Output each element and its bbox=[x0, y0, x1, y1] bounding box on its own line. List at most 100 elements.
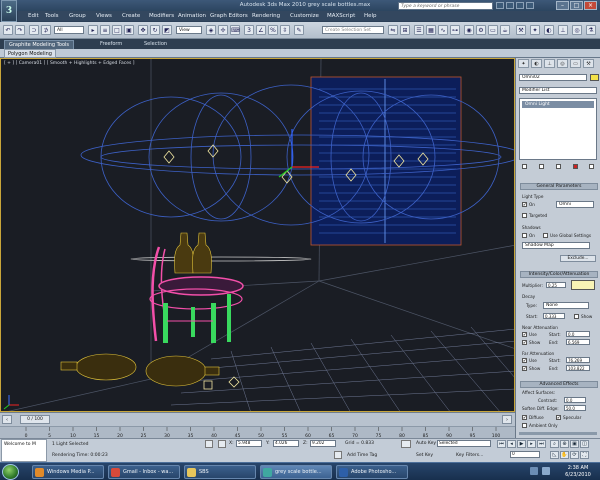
time-slider[interactable]: 0 / 100 ‹ › bbox=[0, 412, 515, 426]
multiplier-spinner[interactable]: 0.25 bbox=[546, 282, 566, 288]
render-setup-icon[interactable]: ⚙ bbox=[476, 25, 486, 35]
select-move-icon[interactable]: ✥ bbox=[138, 25, 148, 35]
graphite-toggle-icon[interactable]: ▦ bbox=[426, 25, 436, 35]
set-key-button[interactable]: Set Key bbox=[416, 453, 433, 458]
shadows-on-checkbox[interactable] bbox=[522, 233, 527, 238]
light-color-swatch[interactable] bbox=[571, 280, 595, 290]
menu-tools[interactable]: Tools bbox=[45, 13, 59, 19]
far-show-checkbox[interactable]: ✔ bbox=[522, 366, 527, 371]
absolute-mode-icon[interactable] bbox=[218, 440, 226, 448]
modifier-stack[interactable]: Omni Light bbox=[519, 98, 597, 160]
help-icon[interactable] bbox=[526, 2, 534, 9]
tray-network-icon[interactable] bbox=[530, 467, 538, 475]
zoom-extents-icon[interactable]: ▣ bbox=[570, 440, 579, 448]
star-icon[interactable] bbox=[516, 2, 524, 9]
tab-freeform[interactable]: Freeform bbox=[96, 40, 126, 49]
far-end-spinner[interactable]: 103.822 bbox=[566, 365, 590, 371]
viewport-scene[interactable] bbox=[1, 59, 515, 412]
modifier-stack-item[interactable]: Omni Light bbox=[522, 101, 594, 108]
hierarchy-icon[interactable]: ⊥ bbox=[558, 25, 568, 35]
y-coordinate-field[interactable]: 4.026 bbox=[273, 440, 299, 447]
create-icon[interactable]: ✦ bbox=[530, 25, 540, 35]
wrench-icon[interactable]: ⚒ bbox=[516, 25, 526, 35]
intensity-rollout[interactable]: Intensity/Color/Attenuation bbox=[520, 271, 598, 278]
z-coordinate-field[interactable]: 9.202 bbox=[310, 440, 336, 447]
decay-show-checkbox[interactable] bbox=[574, 314, 579, 319]
diffuse-checkbox[interactable]: ✔ bbox=[522, 415, 527, 420]
menu-rendering[interactable]: Rendering bbox=[252, 13, 280, 19]
object-color-swatch[interactable] bbox=[590, 74, 599, 81]
far-start-spinner[interactable]: 76.269 bbox=[566, 357, 590, 363]
light-type-dropdown[interactable]: Omni bbox=[556, 201, 594, 208]
key-filters-button[interactable]: Key Filters... bbox=[456, 453, 483, 458]
mini-curve-editor-icon[interactable] bbox=[0, 426, 18, 438]
curve-editor-icon[interactable]: ∿ bbox=[438, 25, 448, 35]
maxscript-listener[interactable]: Welcome to M bbox=[1, 439, 47, 462]
percent-snap-icon[interactable]: % bbox=[268, 25, 278, 35]
menu-graph-editors[interactable]: Graph Editors bbox=[210, 13, 248, 19]
layer-manager-icon[interactable]: ☰ bbox=[414, 25, 424, 35]
previous-frame-icon[interactable]: ◂ bbox=[507, 440, 516, 448]
close-button[interactable]: × bbox=[584, 1, 597, 10]
use-global-settings-checkbox[interactable] bbox=[543, 233, 548, 238]
play-icon[interactable]: ▶ bbox=[517, 440, 526, 448]
next-frame-icon[interactable]: ▸ bbox=[527, 440, 536, 448]
decay-start-spinner[interactable]: 0.333 bbox=[543, 313, 565, 319]
slider-prev-icon[interactable]: ‹ bbox=[2, 415, 12, 424]
general-parameters-rollout[interactable]: General Parameters bbox=[520, 183, 598, 190]
modify-tab-icon[interactable]: ◐ bbox=[531, 59, 542, 68]
key-mode-icon[interactable] bbox=[401, 440, 411, 448]
soften-spinner[interactable]: 50.0 bbox=[564, 405, 586, 411]
ambient-only-checkbox[interactable] bbox=[522, 423, 527, 428]
near-show-checkbox[interactable]: ✔ bbox=[522, 340, 527, 345]
viewport-label[interactable]: [ + ] [ Camera01 ] [ Smooth + Highlights… bbox=[4, 61, 135, 66]
decay-type-dropdown[interactable]: None bbox=[543, 302, 589, 309]
menu-modifiers[interactable]: Modifiers bbox=[149, 13, 174, 19]
light-on-checkbox[interactable]: ✔ bbox=[522, 202, 527, 207]
menu-group[interactable]: Group bbox=[69, 13, 86, 19]
spinner-snap-icon[interactable]: ⇳ bbox=[280, 25, 290, 35]
menu-edit[interactable]: Edit bbox=[28, 13, 39, 19]
current-frame-field[interactable]: 0 bbox=[510, 451, 540, 458]
snaps-toggle-icon[interactable]: 3 bbox=[244, 25, 254, 35]
contrast-spinner[interactable]: 0.0 bbox=[564, 397, 586, 403]
menu-animation[interactable]: Animation bbox=[178, 13, 206, 19]
menu-create[interactable]: Create bbox=[122, 13, 140, 19]
camera-viewport[interactable]: [ + ] [ Camera01 ] [ Smooth + Highlights… bbox=[0, 58, 515, 412]
add-time-tag-button[interactable]: Add Time Tag bbox=[347, 453, 377, 458]
utilities-icon[interactable]: ⚗ bbox=[586, 25, 596, 35]
specular-checkbox[interactable]: ✔ bbox=[556, 415, 561, 420]
select-scale-icon[interactable]: ◩ bbox=[162, 25, 172, 35]
menu-maxscript[interactable]: MAXScript bbox=[327, 13, 355, 19]
manipulate-icon[interactable]: ✢ bbox=[218, 25, 228, 35]
modifier-list-dropdown[interactable]: Modifier List bbox=[519, 87, 597, 94]
shadow-type-dropdown[interactable]: Shadow Map bbox=[522, 242, 590, 249]
named-selection-dropdown[interactable]: Create Selection Set bbox=[322, 26, 384, 34]
modify-icon[interactable]: ◐ bbox=[544, 25, 554, 35]
reference-coordinate-dropdown[interactable]: View bbox=[176, 26, 202, 34]
remove-modifier-icon[interactable] bbox=[573, 164, 578, 169]
schematic-view-icon[interactable]: ⊶ bbox=[450, 25, 460, 35]
edit-named-selection-icon[interactable]: ✎ bbox=[294, 25, 304, 35]
lock-selection-icon[interactable] bbox=[205, 440, 213, 448]
create-tab-icon[interactable]: ✦ bbox=[518, 59, 529, 68]
pin-stack-icon[interactable] bbox=[522, 164, 527, 169]
x-coordinate-field[interactable]: 5.948 bbox=[236, 440, 262, 447]
motion-icon[interactable]: ◎ bbox=[572, 25, 582, 35]
taskbar-item-photoshop[interactable]: Adobe Photosho... bbox=[336, 465, 408, 479]
tab-graphite-modeling-tools[interactable]: Graphite Modeling Tools bbox=[4, 40, 75, 49]
auto-key-dropdown[interactable]: Selected bbox=[437, 440, 491, 447]
zoom-extents-all-icon[interactable]: ◫ bbox=[580, 440, 589, 448]
mirror-icon[interactable]: ⇋ bbox=[388, 25, 398, 35]
time-tag-icon[interactable] bbox=[334, 451, 342, 459]
track-bar[interactable]: 0 5 10 15 20 25 30 35 40 45 50 55 60 65 70 75 80 85 90 95 10… bbox=[18, 426, 515, 439]
zoom-all-icon[interactable]: ⊕ bbox=[560, 440, 569, 448]
polygon-modeling-panel[interactable]: Polygon Modeling bbox=[4, 49, 56, 58]
info-center-icon[interactable] bbox=[506, 2, 514, 9]
menu-views[interactable]: Views bbox=[96, 13, 112, 19]
go-to-start-icon[interactable]: ⏮ bbox=[497, 440, 506, 448]
rendered-frame-icon[interactable]: ▭ bbox=[488, 25, 498, 35]
app-logo[interactable]: 3 bbox=[1, 0, 17, 22]
material-editor-icon[interactable]: ◉ bbox=[464, 25, 474, 35]
utilities-tab-icon[interactable]: ⚒ bbox=[583, 59, 594, 68]
